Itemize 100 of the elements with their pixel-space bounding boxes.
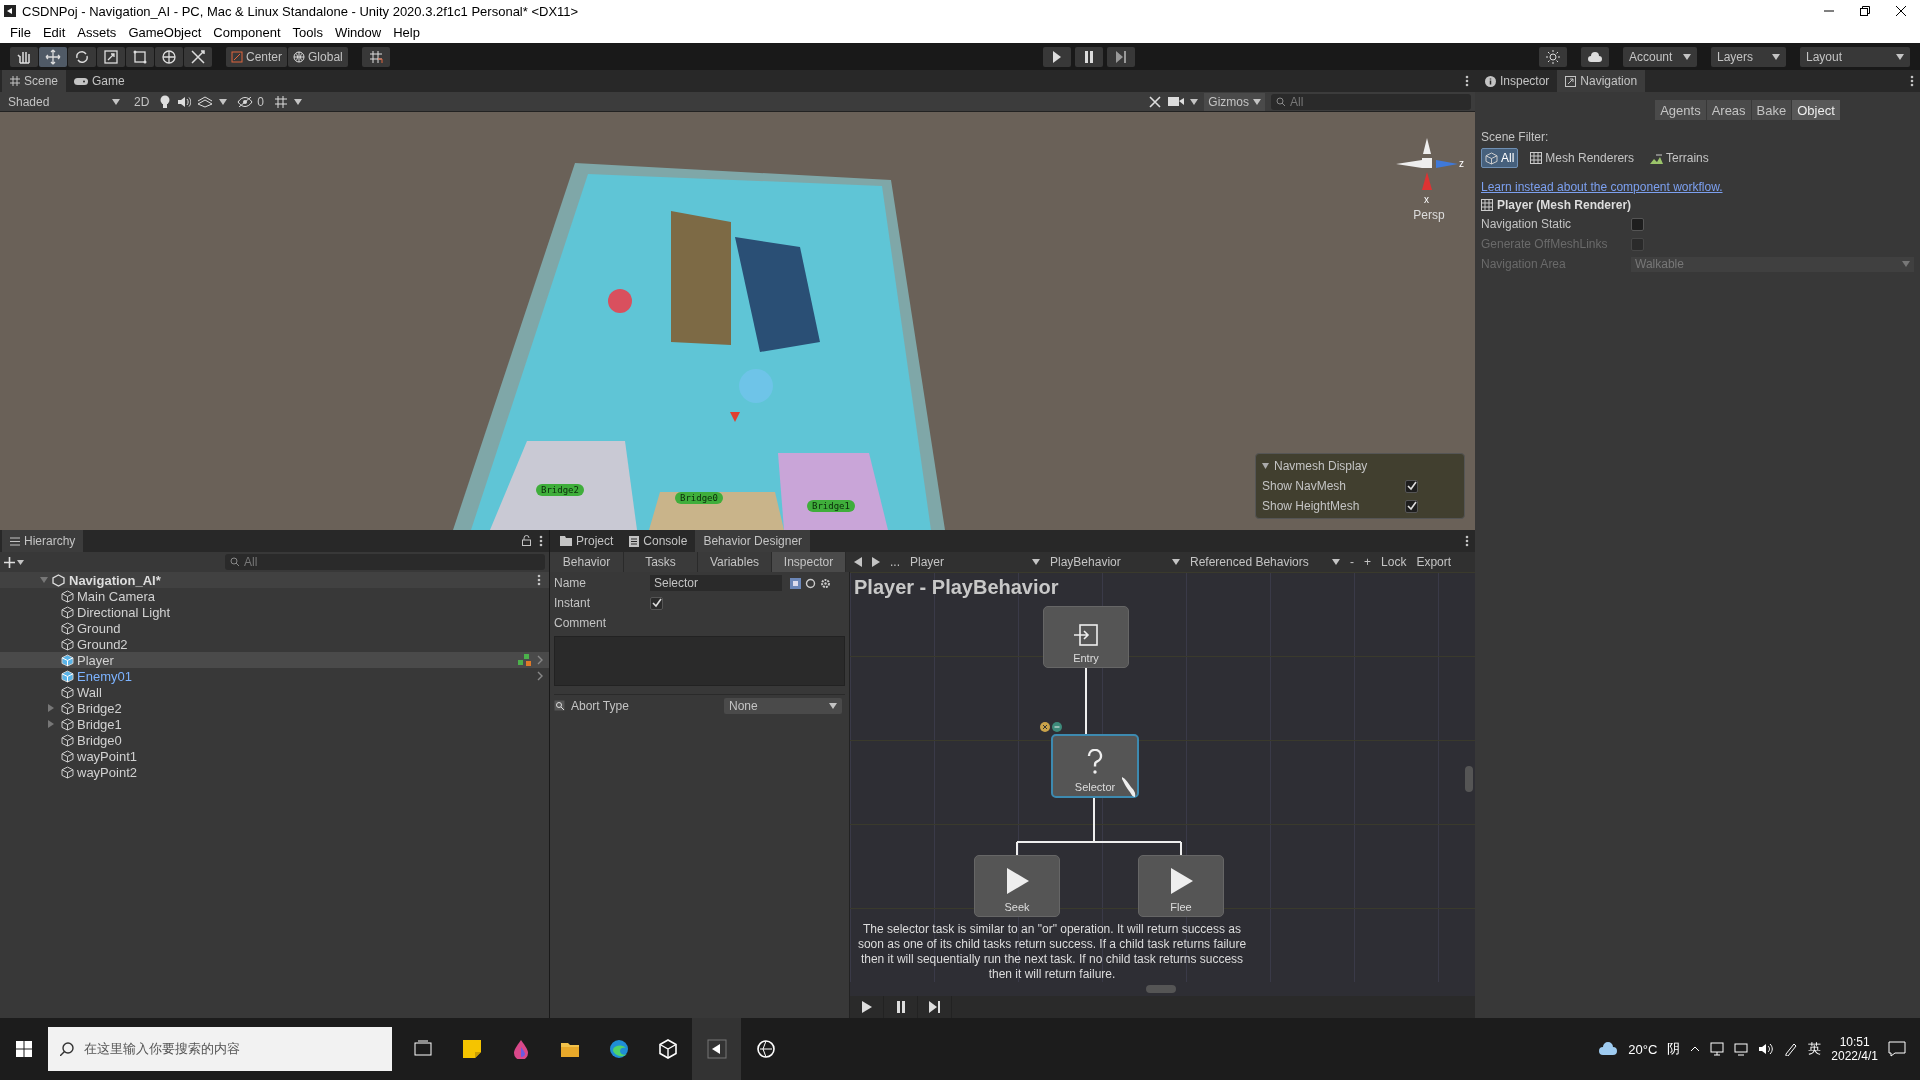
hierarchy-row[interactable]: Ground [0,620,549,636]
more-icon[interactable] [1910,75,1914,87]
pen-icon[interactable] [1784,1042,1799,1056]
hierarchy-row[interactable]: Directional Light [0,604,549,620]
tools-icon[interactable] [1148,94,1163,109]
menu-item[interactable]: Assets [71,25,123,40]
menu-item[interactable]: Component [207,25,287,40]
tab[interactable]: Inspector [1477,70,1558,92]
referenced-behaviors-dropdown[interactable]: Referenced Behaviors [1190,555,1340,569]
display-icon[interactable] [1734,1042,1749,1056]
cloud-button[interactable] [1581,46,1609,67]
menu-item[interactable]: Edit [36,25,72,40]
hierarchy-row[interactable]: wayPoint1 [0,748,549,764]
scale-tool-button[interactable] [97,46,125,67]
add-button[interactable]: + [1364,555,1372,569]
clock[interactable]: 10:51 2022/4/1 [1831,1035,1878,1063]
tab[interactable]: Tasks [624,552,698,572]
tab[interactable]: Behavior [550,552,624,572]
task-node[interactable]: Seek [974,855,1060,917]
menu-item[interactable]: Window [328,25,388,40]
restore-icon[interactable] [1860,6,1870,16]
tab[interactable]: Game [66,70,133,92]
foldout-icon[interactable] [1262,463,1269,469]
refresh-icon[interactable] [805,577,816,589]
tab[interactable]: Navigation [1557,70,1646,92]
task-node[interactable]: Flee [1138,855,1224,917]
windows-start-icon[interactable] [16,1041,32,1057]
pivot-button[interactable]: Center [226,46,288,67]
settings-icon[interactable] [820,577,832,589]
hierarchy-row[interactable]: Bridge2 [0,700,549,716]
tab[interactable]: Console [621,530,696,552]
audio-icon[interactable] [177,95,192,108]
layers-dropdown[interactable]: Layers [1711,46,1786,67]
menu-item[interactable]: File [4,25,37,40]
menu-item[interactable]: GameObject [122,25,208,40]
chevron-up-icon[interactable] [1690,1046,1701,1052]
move-tool-button[interactable] [39,46,67,67]
hierarchy-row[interactable]: Bridge1 [0,716,549,732]
hand-tool-button[interactable] [10,46,38,67]
layout-dropdown[interactable]: Layout [1800,46,1910,67]
circle-app-icon[interactable] [755,1039,776,1059]
gizmos-dropdown[interactable]: Gizmos [1204,92,1265,111]
tab[interactable]: Agents [1655,100,1706,120]
close-icon[interactable] [1896,6,1906,16]
more-icon[interactable] [1465,535,1469,547]
cube-app-icon[interactable] [657,1039,678,1059]
back-icon[interactable] [854,557,862,567]
notification-icon[interactable] [1888,1041,1906,1057]
scrollbar-thumb[interactable] [1465,766,1473,792]
more-icon[interactable] [1465,75,1469,87]
volume-icon[interactable] [1758,1042,1775,1056]
tab[interactable]: Variables [698,552,772,572]
cloud-icon[interactable] [1598,1042,1619,1056]
grid-toggle-icon[interactable] [274,94,289,109]
input-method-indicator[interactable]: 英 [1808,1040,1822,1058]
projection-toggle[interactable]: Persp [1413,208,1445,222]
menu-item[interactable]: Help [387,25,426,40]
add-button[interactable] [4,556,24,568]
sticky-note-icon[interactable] [461,1039,482,1059]
account-dropdown[interactable]: Account [1623,46,1697,67]
more-icon[interactable] [537,574,541,586]
step-button[interactable] [1107,46,1136,67]
shading-dropdown[interactable]: Shaded [4,92,124,111]
abort-type-dropdown[interactable]: None [724,697,842,714]
task-view-icon[interactable] [412,1039,433,1059]
pause-button[interactable] [1075,46,1104,67]
space-button[interactable]: Global [288,46,348,67]
hierarchy-row[interactable]: Wall [0,684,549,700]
tab[interactable]: Bake [1751,100,1792,120]
tab[interactable]: Behavior Designer [695,530,811,552]
rotate-tool-button[interactable] [68,46,96,67]
weather-temperature[interactable]: 20°C [1628,1041,1658,1057]
export-button[interactable]: Export [1416,555,1452,569]
lighting-button[interactable] [1539,46,1567,67]
filter-tab[interactable]: All [1481,148,1519,168]
rect-tool-button[interactable] [126,46,154,67]
hidden-objects-toggle[interactable]: 0 [233,92,269,111]
checkbox[interactable] [1631,217,1644,231]
light-bulb-icon[interactable] [159,94,172,109]
hierarchy-row[interactable]: Player [0,652,549,668]
transform-tool-button[interactable] [155,46,183,67]
name-field[interactable]: Selector [650,575,782,591]
2d-toggle[interactable]: 2D [130,92,154,111]
remove-button[interactable]: - [1350,555,1354,569]
lock-button[interactable]: Lock [1381,555,1407,569]
hierarchy-row[interactable]: Bridge0 [0,732,549,748]
more-button[interactable]: ... [890,555,900,569]
custom-tool-button[interactable] [184,46,212,67]
hierarchy-row[interactable]: wayPoint2 [0,764,549,780]
lock-icon[interactable] [522,535,531,546]
weather-condition[interactable]: 阴 [1667,1040,1681,1058]
filter-tab[interactable]: Terrains [1646,148,1713,168]
hierarchy-row[interactable]: Ground2 [0,636,549,652]
grid-snap-button[interactable] [361,46,390,67]
task-icon[interactable] [790,577,801,589]
camera-icon[interactable] [1168,96,1185,107]
behavior-dropdown[interactable]: PlayBehavior [1050,555,1180,569]
tab[interactable]: Hierarchy [2,530,84,552]
tab[interactable]: Inspector [772,552,846,572]
tab[interactable]: Areas [1706,100,1751,120]
